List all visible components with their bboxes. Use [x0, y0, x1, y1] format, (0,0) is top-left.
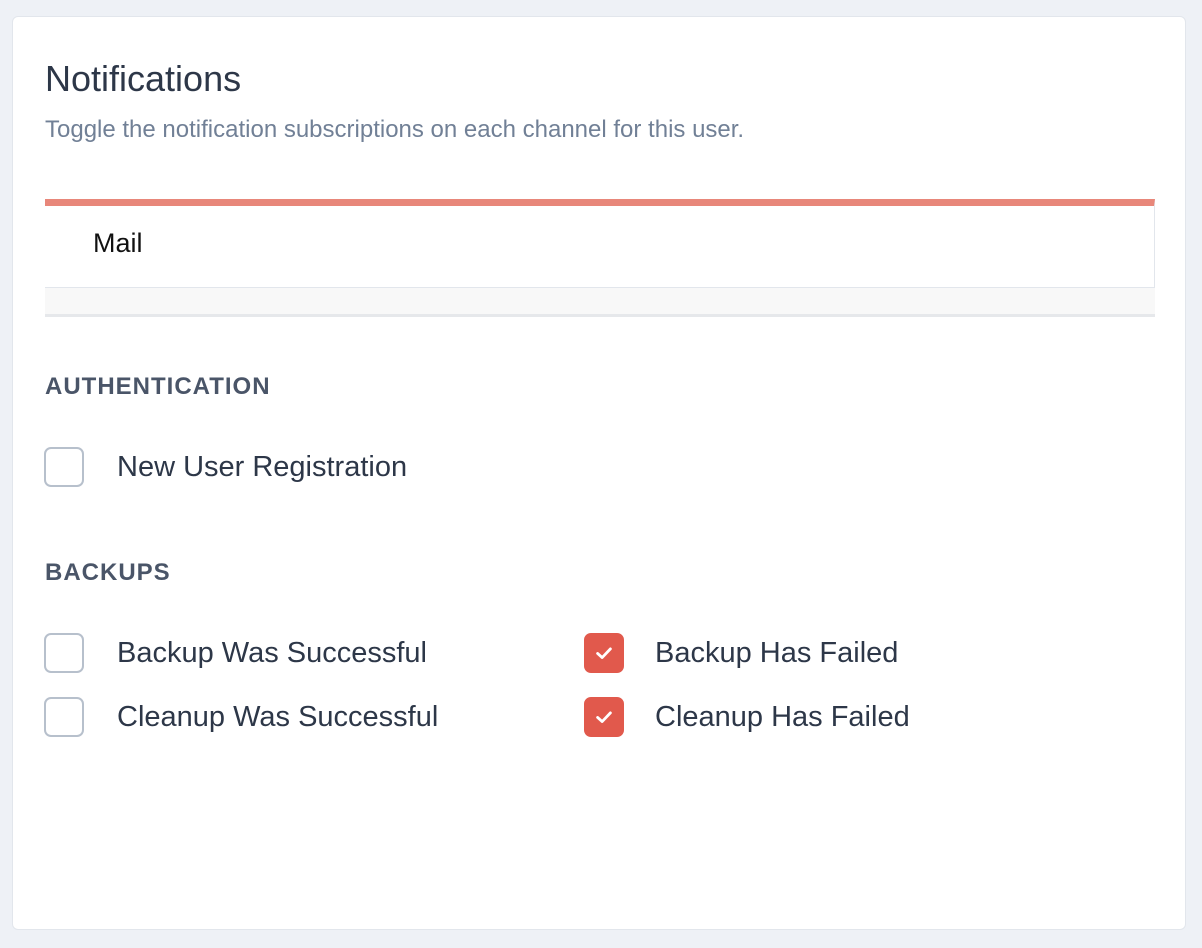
checkbox[interactable] — [44, 633, 84, 673]
option-label: Backup Has Failed — [655, 636, 899, 669]
checkbox[interactable] — [584, 697, 624, 737]
notifications-card: Notifications Toggle the notification su… — [12, 16, 1186, 930]
section-heading-backups: BACKUPS — [45, 559, 171, 586]
checkbox[interactable] — [584, 633, 624, 673]
option-label: Cleanup Was Successful — [117, 700, 439, 733]
option-label: Cleanup Has Failed — [655, 700, 910, 733]
check-icon — [596, 647, 612, 659]
option-label: New User Registration — [117, 450, 408, 483]
channel-tabs: Mail — [45, 199, 1155, 288]
tab-panel-divider — [45, 288, 1155, 317]
option-cleanup-was-successful[interactable]: Cleanup Was Successful — [44, 697, 438, 737]
section-heading-authentication: AUTHENTICATION — [45, 373, 271, 400]
page-title: Notifications — [45, 58, 242, 99]
checkbox[interactable] — [44, 447, 84, 487]
checkbox[interactable] — [44, 697, 84, 737]
tab-mail[interactable]: Mail — [93, 228, 143, 259]
check-icon — [596, 711, 612, 723]
option-backup-was-successful[interactable]: Backup Was Successful — [44, 633, 427, 673]
option-new-user-registration[interactable]: New User Registration — [44, 447, 407, 487]
option-label: Backup Was Successful — [117, 636, 427, 669]
page-subtitle: Toggle the notification subscriptions on… — [45, 116, 745, 143]
option-cleanup-has-failed[interactable]: Cleanup Has Failed — [584, 697, 910, 737]
option-backup-has-failed[interactable]: Backup Has Failed — [584, 633, 898, 673]
